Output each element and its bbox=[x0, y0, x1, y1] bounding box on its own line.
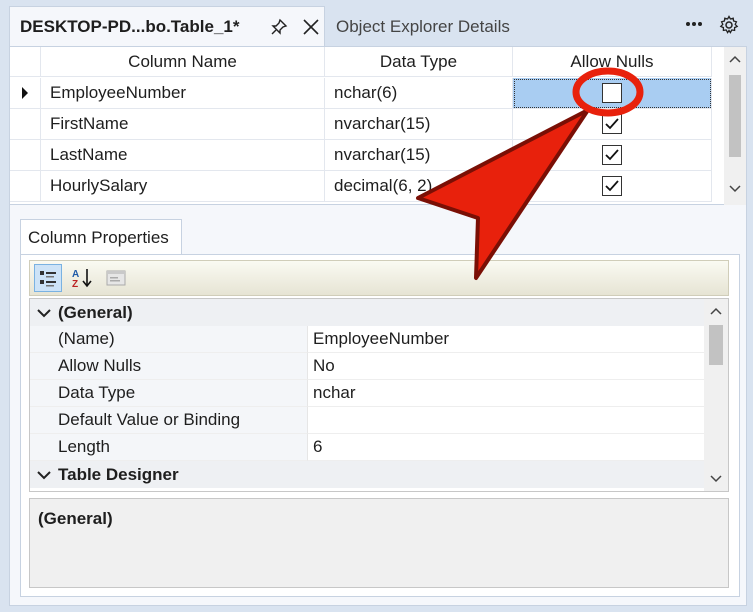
pin-icon[interactable] bbox=[268, 16, 290, 38]
grid-header: Column Name Data Type Allow Nulls bbox=[10, 47, 722, 77]
properties-vertical-scrollbar[interactable] bbox=[704, 299, 728, 491]
property-pages-button[interactable] bbox=[102, 264, 130, 292]
allow-nulls-cell[interactable] bbox=[513, 109, 712, 140]
allow-nulls-checkbox[interactable] bbox=[602, 176, 622, 196]
data-type-cell[interactable]: nvarchar(15) bbox=[325, 140, 513, 171]
tab-table-designer[interactable]: DESKTOP-PD...bo.Table_1* bbox=[9, 6, 325, 46]
close-icon[interactable] bbox=[300, 16, 322, 38]
more-options-icon[interactable] bbox=[684, 14, 704, 34]
grid-vertical-scrollbar[interactable] bbox=[724, 47, 746, 205]
allow-nulls-cell[interactable] bbox=[513, 140, 712, 171]
scrollbar-thumb[interactable] bbox=[729, 75, 741, 157]
column-properties-pane: AZ (General) (Name) EmployeeNumber Allow… bbox=[20, 254, 740, 597]
column-grid: Column Name Data Type Allow Nulls Employ… bbox=[10, 47, 746, 205]
description-panel: (General) bbox=[29, 498, 729, 588]
description-title: (General) bbox=[38, 509, 113, 528]
category-general[interactable]: (General) bbox=[30, 299, 704, 326]
property-row[interactable]: (Name) EmployeeNumber bbox=[30, 326, 704, 353]
row-selector-header bbox=[10, 47, 41, 77]
tab-column-properties[interactable]: Column Properties bbox=[20, 219, 182, 255]
column-name-cell[interactable]: LastName bbox=[41, 140, 325, 171]
data-type-cell[interactable]: nchar(6) bbox=[325, 78, 513, 109]
allow-nulls-checkbox[interactable] bbox=[602, 145, 622, 165]
property-value[interactable]: No bbox=[308, 353, 704, 380]
scroll-down-icon[interactable] bbox=[729, 185, 741, 193]
categorized-icon bbox=[40, 271, 56, 287]
row-selector-current[interactable] bbox=[10, 78, 41, 109]
property-pages-icon bbox=[106, 270, 126, 286]
property-value[interactable]: EmployeeNumber bbox=[308, 326, 704, 353]
document-tab-strip: DESKTOP-PD...bo.Table_1* Object Explorer… bbox=[0, 0, 753, 46]
checkmark-icon bbox=[605, 149, 619, 161]
property-row[interactable]: Data Type nchar bbox=[30, 380, 704, 407]
header-allow-nulls[interactable]: Allow Nulls bbox=[513, 47, 712, 77]
row-selector[interactable] bbox=[10, 171, 41, 202]
column-name-cell[interactable]: HourlySalary bbox=[41, 171, 325, 202]
property-row[interactable]: Allow Nulls No bbox=[30, 353, 704, 380]
sort-alphabetical-icon: AZ bbox=[72, 269, 92, 289]
allow-nulls-checkbox[interactable] bbox=[602, 114, 622, 134]
chevron-down-icon[interactable] bbox=[30, 308, 58, 318]
chevron-down-icon[interactable] bbox=[30, 470, 58, 480]
table-row[interactable]: HourlySalary decimal(6, 2) bbox=[10, 171, 722, 202]
data-type-cell[interactable]: decimal(6, 2) bbox=[325, 171, 513, 202]
column-name-cell[interactable]: FirstName bbox=[41, 109, 325, 140]
properties-toolbar: AZ bbox=[29, 260, 729, 296]
category-label: (General) bbox=[58, 302, 133, 322]
alphabetical-button[interactable]: AZ bbox=[68, 264, 96, 292]
data-type-cell[interactable]: nvarchar(15) bbox=[325, 109, 513, 140]
table-row[interactable]: FirstName nvarchar(15) bbox=[10, 109, 722, 140]
scroll-down-icon[interactable] bbox=[710, 475, 722, 483]
header-data-type[interactable]: Data Type bbox=[325, 47, 513, 77]
allow-nulls-cell[interactable] bbox=[513, 171, 712, 202]
property-grid: (General) (Name) EmployeeNumber Allow Nu… bbox=[29, 298, 729, 492]
table-row[interactable]: EmployeeNumber nchar(6) bbox=[10, 78, 722, 109]
row-selector[interactable] bbox=[10, 140, 41, 171]
tab-title: DESKTOP-PD...bo.Table_1* bbox=[20, 16, 240, 36]
table-designer-panel: Column Name Data Type Allow Nulls Employ… bbox=[9, 46, 747, 606]
property-row[interactable]: Length 6 bbox=[30, 434, 704, 461]
property-key: Length bbox=[30, 434, 308, 461]
scroll-up-icon[interactable] bbox=[710, 307, 722, 315]
header-column-name[interactable]: Column Name bbox=[41, 47, 325, 77]
scrollbar-thumb[interactable] bbox=[709, 325, 723, 365]
property-value[interactable]: nchar bbox=[308, 380, 704, 407]
category-table-designer[interactable]: Table Designer bbox=[30, 461, 704, 488]
categorized-button[interactable] bbox=[34, 264, 62, 292]
table-row[interactable]: LastName nvarchar(15) bbox=[10, 140, 722, 171]
tab-label: Column Properties bbox=[28, 227, 169, 247]
column-name-cell[interactable]: EmployeeNumber bbox=[41, 78, 325, 109]
property-key: (Name) bbox=[30, 326, 308, 353]
property-value[interactable]: 6 bbox=[308, 434, 704, 461]
property-key: Allow Nulls bbox=[30, 353, 308, 380]
tab-title: Object Explorer Details bbox=[336, 17, 510, 36]
svg-text:Z: Z bbox=[72, 279, 78, 289]
checkmark-icon bbox=[605, 180, 619, 192]
allow-nulls-checkbox[interactable] bbox=[602, 83, 622, 103]
tab-object-explorer-details[interactable]: Object Explorer Details bbox=[336, 12, 510, 42]
property-key: Default Value or Binding bbox=[30, 407, 308, 434]
scroll-up-icon[interactable] bbox=[729, 55, 741, 63]
property-key: Data Type bbox=[30, 380, 308, 407]
allow-nulls-cell[interactable] bbox=[513, 78, 712, 109]
category-label: Table Designer bbox=[58, 464, 179, 484]
checkmark-icon bbox=[605, 118, 619, 130]
row-selector[interactable] bbox=[10, 109, 41, 140]
gear-icon[interactable] bbox=[718, 14, 740, 36]
property-value[interactable] bbox=[308, 407, 704, 434]
property-row[interactable]: Default Value or Binding bbox=[30, 407, 704, 434]
current-row-arrow-icon bbox=[22, 87, 28, 99]
